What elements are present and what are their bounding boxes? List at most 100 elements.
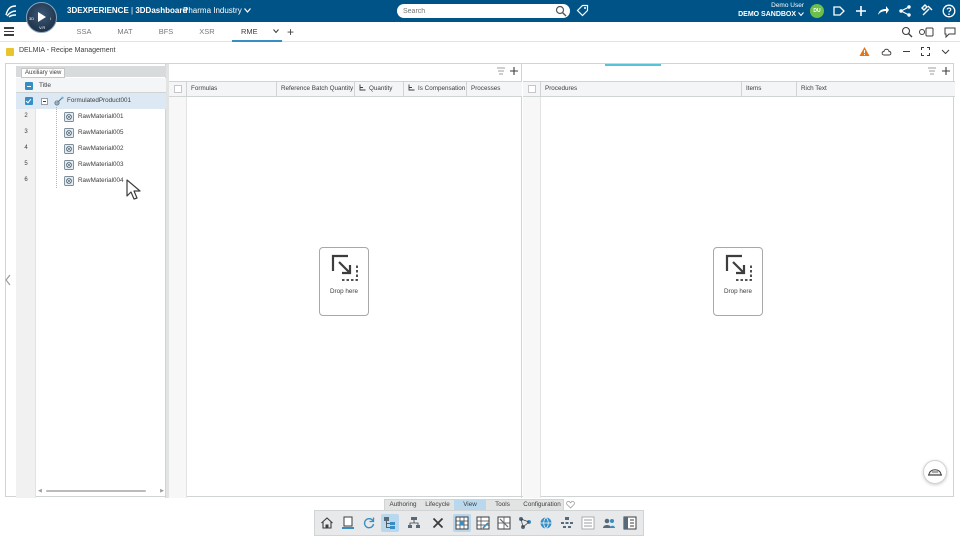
- properties-panel-button[interactable]: [621, 514, 639, 532]
- add-tab-icon[interactable]: +: [287, 26, 294, 38]
- assistant-button[interactable]: [923, 460, 947, 484]
- tile-view-button[interactable]: [495, 514, 513, 532]
- tag-label-icon[interactable]: [832, 4, 846, 18]
- tree-row[interactable]: 4 RawMaterial002: [16, 141, 166, 157]
- formulas-drop-zone[interactable]: Drop here: [319, 247, 369, 316]
- close-view-button[interactable]: [429, 514, 447, 532]
- tools-icon[interactable]: [920, 4, 934, 18]
- tree-view-button[interactable]: [381, 514, 399, 532]
- document-stack-button[interactable]: [339, 514, 357, 532]
- tree-row[interactable]: 6 RawMaterial004: [16, 173, 166, 189]
- expand-panel-icon[interactable]: [4, 274, 12, 286]
- compass-icon[interactable]: 3D i V.R: [26, 2, 57, 33]
- tab-ssa[interactable]: SSA: [70, 22, 98, 42]
- drop-target-icon: [725, 254, 752, 281]
- horizontal-scrollbar[interactable]: ◀ ▶: [38, 489, 164, 494]
- maximize-icon[interactable]: [920, 46, 931, 57]
- tab-mat[interactable]: MAT: [111, 22, 139, 42]
- collapse-toggle[interactable]: [41, 98, 48, 105]
- ds-logo-icon[interactable]: [3, 3, 19, 19]
- help-icon[interactable]: [942, 4, 956, 18]
- structure-dropdown-button[interactable]: [405, 514, 427, 532]
- search-input[interactable]: [403, 6, 553, 16]
- grid-view-icon: [455, 516, 469, 530]
- action-tab-lifecycle[interactable]: Lifecycle: [421, 500, 454, 510]
- compass-i-label: i: [50, 16, 51, 21]
- search-widget-icon[interactable]: [901, 26, 913, 38]
- action-tab-authoring[interactable]: Authoring: [385, 500, 421, 510]
- add-icon[interactable]: [854, 4, 868, 18]
- user-menu[interactable]: Demo User DEMO SANDBOX: [716, 2, 804, 20]
- action-tab-tools[interactable]: Tools: [486, 500, 519, 510]
- column-formulas[interactable]: Formulas: [187, 82, 277, 96]
- drop-here-label: Drop here: [723, 288, 752, 295]
- search-icon[interactable]: [555, 5, 567, 17]
- chevron-down-icon[interactable]: [940, 46, 951, 57]
- warning-icon[interactable]: [859, 46, 870, 57]
- tree-node-label: RawMaterial001: [78, 113, 124, 120]
- list-view-button[interactable]: [579, 514, 597, 532]
- formulas-panel: Formulas Reference Batch Quantity Quanti…: [169, 64, 522, 498]
- compass-vr-label: V.R: [39, 25, 46, 30]
- column-items[interactable]: Items: [742, 82, 797, 96]
- action-tab-view[interactable]: View: [454, 500, 486, 510]
- tree-row[interactable]: FormulatedProduct001: [16, 93, 166, 109]
- context-selector[interactable]: Pharma Industry: [183, 6, 251, 15]
- chevron-down-icon[interactable]: [273, 28, 279, 34]
- scroll-left-icon[interactable]: ◀: [38, 489, 42, 494]
- add-icon[interactable]: [941, 66, 951, 76]
- row-select-column[interactable]: [523, 82, 541, 96]
- tree-node-label: FormulatedProduct001: [67, 97, 132, 104]
- auxiliary-view-tab-bar: Auxiliary view: [16, 66, 166, 78]
- sort-icon[interactable]: [927, 66, 937, 76]
- select-all-checkbox[interactable]: [25, 82, 33, 90]
- column-rich-text[interactable]: Rich Text: [797, 82, 955, 96]
- procedures-drop-zone[interactable]: Drop here: [713, 247, 763, 316]
- column-procedures[interactable]: Procedures: [541, 82, 742, 96]
- avatar[interactable]: DU: [810, 4, 824, 18]
- view-mode-icon[interactable]: [918, 26, 934, 38]
- auxiliary-view-tab[interactable]: Auxiliary view: [21, 68, 66, 78]
- users-button[interactable]: [600, 514, 618, 532]
- tenant-selector[interactable]: DEMO SANDBOX: [716, 10, 804, 20]
- favorite-heart-icon[interactable]: [566, 500, 575, 509]
- row-select-column[interactable]: [169, 82, 187, 96]
- scroll-thumb[interactable]: [46, 490, 146, 492]
- title-column-header[interactable]: Title: [39, 82, 51, 89]
- menu-icon[interactable]: [4, 27, 14, 36]
- search-box[interactable]: [397, 4, 570, 18]
- tree-row[interactable]: 5 RawMaterial003: [16, 157, 166, 173]
- context-label: Pharma Industry: [183, 6, 242, 15]
- column-is-compensation-label: Is Compensation: [418, 85, 466, 92]
- share-icon[interactable]: [898, 4, 912, 18]
- grid-edit-button[interactable]: [474, 514, 492, 532]
- chat-icon[interactable]: [944, 26, 956, 38]
- refresh-button[interactable]: [360, 514, 378, 532]
- tree-row[interactable]: 3 RawMaterial005: [16, 125, 166, 141]
- brand-name: 3DEXPERIENCE: [67, 6, 129, 15]
- column-is-compensation[interactable]: Is Compensation: [404, 82, 467, 96]
- row-checkbox[interactable]: [25, 97, 33, 105]
- globe-button[interactable]: [537, 514, 555, 532]
- action-tab-configuration[interactable]: Configuration: [519, 500, 565, 510]
- grid-view-button[interactable]: [453, 514, 471, 532]
- minimize-icon[interactable]: [901, 46, 912, 57]
- scroll-right-icon[interactable]: ▶: [160, 489, 164, 494]
- tab-bfs[interactable]: BFS: [152, 22, 180, 42]
- network-button[interactable]: [516, 514, 534, 532]
- column-quantity[interactable]: Quantity: [355, 82, 404, 96]
- row-number: 2: [24, 113, 28, 119]
- hierarchy-button[interactable]: [558, 514, 576, 532]
- checkbox-icon: [528, 85, 536, 93]
- home-button[interactable]: [318, 514, 336, 532]
- formulas-column-header: Formulas Reference Batch Quantity Quanti…: [169, 81, 522, 97]
- cloud-icon[interactable]: [881, 46, 892, 57]
- tab-xsr[interactable]: XSR: [193, 22, 221, 42]
- add-icon[interactable]: [509, 66, 519, 76]
- share-arrow-icon[interactable]: [876, 4, 890, 18]
- tag-icon[interactable]: [576, 4, 589, 17]
- column-processes[interactable]: Processes: [467, 82, 522, 96]
- column-reference-batch-quantity[interactable]: Reference Batch Quantity: [277, 82, 355, 96]
- sort-icon[interactable]: [496, 66, 506, 76]
- tree-row[interactable]: 2 RawMaterial001: [16, 109, 166, 125]
